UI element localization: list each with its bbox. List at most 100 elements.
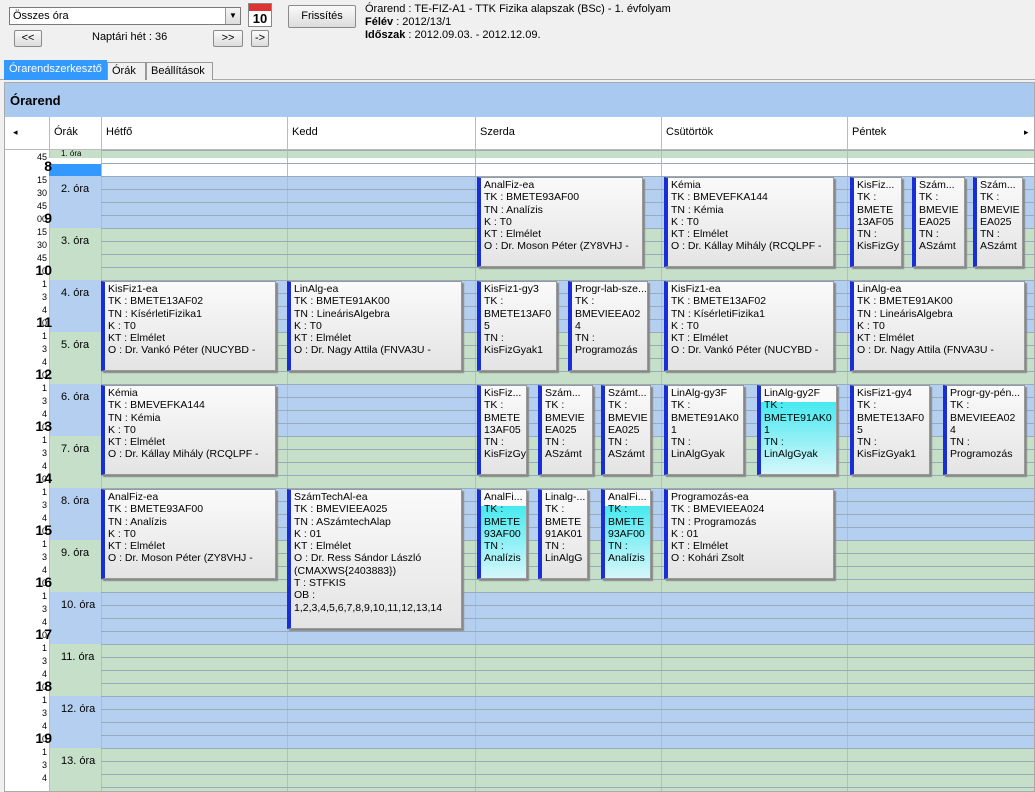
ora-label: 13. óra <box>49 748 101 791</box>
lesson-card[interactable]: AnalFi... TK : BMETE 93AF00 TN : Analízis <box>477 489 527 579</box>
day-cell[interactable] <box>847 748 1034 791</box>
tab-editor[interactable]: Órarendszerkesztő <box>4 60 107 80</box>
lesson-card[interactable]: Progr-gy-pén... TK : BMEVIEEA02 4 TN : Progra… <box>943 385 1025 475</box>
minute-tick: 0 <box>41 526 47 536</box>
timetable-panel: Órarend ◂ Órák Hétfő Kedd Szerda Csütört… <box>4 82 1035 792</box>
lesson-card[interactable]: Kémia TK : BMEVEFKA144 TN : Kémia K : T0 KT … <box>664 177 834 267</box>
lesson-line: TK : BMETE93AF00 <box>484 191 580 204</box>
lesson-card[interactable]: Progr-lab-sze... TK : BMEVIEEA02 4 TN : Progr… <box>568 281 648 371</box>
day-cell[interactable] <box>287 158 475 176</box>
day-cell[interactable] <box>101 150 287 158</box>
refresh-button[interactable]: Frissítés <box>288 5 356 28</box>
lesson-card[interactable]: Szám... TK : BMEVIE EA025 TN : ASzámt <box>538 385 593 475</box>
ora-label: 10. óra <box>49 592 101 644</box>
lesson-line: KisFiz1-ea <box>108 283 158 295</box>
lesson-line: EA025 <box>545 423 577 436</box>
minute-tick: 0 <box>41 578 47 588</box>
lesson-line: ASzámt <box>919 240 956 253</box>
lesson-line: KT : Elmélet <box>108 436 165 449</box>
minute-tick: 3 <box>41 500 47 510</box>
minute-tick: 3 <box>41 656 47 666</box>
lesson-card[interactable]: KisFiz1-ea TK : BMETE13AF02 TN : Kísérleti… <box>664 281 834 371</box>
minute-tick: 45 <box>36 201 47 211</box>
grid-line <box>101 371 1034 372</box>
selected-slot[interactable] <box>49 164 101 176</box>
day-cell[interactable] <box>475 150 661 158</box>
grid-line <box>101 748 1034 749</box>
view-select[interactable]: Összes óra ▼ <box>9 7 241 25</box>
day-cell[interactable] <box>287 150 475 158</box>
lesson-card[interactable]: KisFiz... TK : BMETE 13AF05 TN : KisFizGy <box>850 177 902 267</box>
col-thursday: Csütörtök <box>661 117 847 150</box>
day-cell[interactable] <box>475 158 661 176</box>
lesson-card[interactable]: Linalg-... TK : BMETE 91AK01 TN : LinAlgG <box>538 489 588 579</box>
day-cell[interactable] <box>101 748 287 791</box>
lesson-line: 1 <box>764 423 770 436</box>
lesson-card[interactable]: AnalFiz-ea TK : BMETE93AF00 TN : Analízis K… <box>101 489 276 579</box>
prev-week-button[interactable]: << <box>14 30 42 47</box>
lesson-line: 5 <box>484 319 490 332</box>
lesson-line: TK : <box>857 191 877 204</box>
lesson-card[interactable]: Kémia TK : BMEVEFKA144 TN : Kémia K : T0 KT … <box>101 385 276 475</box>
day-cell[interactable] <box>101 158 287 176</box>
lesson-line: BMETE <box>857 203 894 216</box>
day-cell[interactable] <box>287 748 475 791</box>
lesson-line: TN : Analízis <box>108 515 167 528</box>
minute-tick: 1 <box>41 747 47 757</box>
chevron-down-icon[interactable]: ▼ <box>225 8 240 24</box>
lesson-card[interactable]: SzámTechAl-ea TK : BMEVIEEA025 TN : ASzámt… <box>287 489 462 629</box>
minute-tick: 4 <box>41 565 47 575</box>
lesson-card[interactable]: AnalFiz-ea TK : BMETE93AF00 TN : Analízis K… <box>477 177 643 267</box>
lesson-card[interactable]: LinAlg-ea TK : BMETE91AK00 TN : LineárisAl… <box>850 281 1025 371</box>
lesson-line: O : Dr. Moson Péter (ZY8VHJ - <box>484 240 629 253</box>
minute-tick: 00 <box>36 214 47 224</box>
lesson-line: KisFizGy <box>484 448 526 461</box>
semester-line: Félév : 2012/13/1 <box>365 16 671 29</box>
lesson-card[interactable]: AnalFi... TK : BMETE 93AF00 TN : Analízis <box>601 489 651 579</box>
minute-tick: 15 <box>36 227 47 237</box>
day-cell[interactable] <box>847 158 1034 176</box>
lesson-line: BMEVIE <box>980 203 1020 216</box>
lesson-line: KisFiz1-gy3 <box>484 283 539 295</box>
lesson-line: Programozás <box>950 448 1013 461</box>
lesson-line: TN : <box>857 228 877 241</box>
tab-hours[interactable]: Órák <box>107 62 146 80</box>
tab-settings[interactable]: Beállítások <box>146 62 213 80</box>
lesson-line: KisFiz1-gy4 <box>857 387 912 399</box>
next-week-button[interactable]: >> <box>213 30 243 47</box>
lesson-line: AnalFi... <box>608 491 647 503</box>
day-cell[interactable] <box>661 158 847 176</box>
lesson-card[interactable]: Programozás-ea TK : BMEVIEEA024 TN : Progr… <box>664 489 834 579</box>
lesson-line: Linalg-... <box>545 491 586 503</box>
minute-tick: 3 <box>41 292 47 302</box>
lesson-line: TN : <box>484 436 504 449</box>
grid-line <box>101 618 1034 619</box>
lesson-card[interactable]: LinAlg-gy2F TK : BMETE91AK0 1 TN : LinAlgGyak <box>757 385 837 475</box>
lesson-card[interactable]: KisFiz... TK : BMETE 13AF05 TN : KisFizGy <box>477 385 527 475</box>
col-monday: Hétfő <box>101 117 287 150</box>
lesson-line: TK : <box>764 399 784 412</box>
lesson-card[interactable]: Szám... TK : BMEVIE EA025 TN : ASzámt <box>912 177 965 267</box>
lesson-line: K : T0 <box>108 423 136 436</box>
lesson-line: TN : <box>484 540 504 553</box>
scroll-left-icon[interactable]: ◂ <box>13 127 18 138</box>
lesson-card[interactable]: KisFiz1-gy4 TK : BMETE13AF0 5 TN : KisFizGyak… <box>850 385 930 475</box>
go-button[interactable]: -> <box>251 30 269 47</box>
lesson-line: TK : <box>919 191 939 204</box>
day-cell[interactable] <box>847 150 1034 158</box>
calendar-icon[interactable]: 10 <box>248 3 272 27</box>
minute-tick: 4 <box>41 357 47 367</box>
lesson-line: BMETE91AK0 <box>764 411 832 424</box>
day-cell[interactable] <box>661 150 847 158</box>
lesson-card[interactable]: KisFiz1-ea TK : BMETE13AF02 TN : Kísérleti… <box>101 281 276 371</box>
minute-tick: 4 <box>41 305 47 315</box>
day-cell[interactable] <box>661 748 847 791</box>
lesson-card[interactable]: Szám... TK : BMEVIE EA025 TN : ASzámt <box>973 177 1023 267</box>
scroll-right-icon[interactable]: ▸ <box>1024 127 1029 138</box>
lesson-card[interactable]: LinAlg-ea TK : BMETE91AK00 TN : LineárisAl… <box>287 281 462 371</box>
day-cell[interactable] <box>475 748 661 791</box>
lesson-line: (CMAXWS{2403883}) <box>294 564 397 577</box>
lesson-card[interactable]: Számt... TK : BMEVIE EA025 TN : ASzámt <box>601 385 651 475</box>
lesson-card[interactable]: LinAlg-gy3F TK : BMETE91AK0 1 TN : LinAlgGyak <box>664 385 744 475</box>
lesson-card[interactable]: KisFiz1-gy3 TK : BMETE13AF0 5 TN : KisFizGyak… <box>477 281 557 371</box>
